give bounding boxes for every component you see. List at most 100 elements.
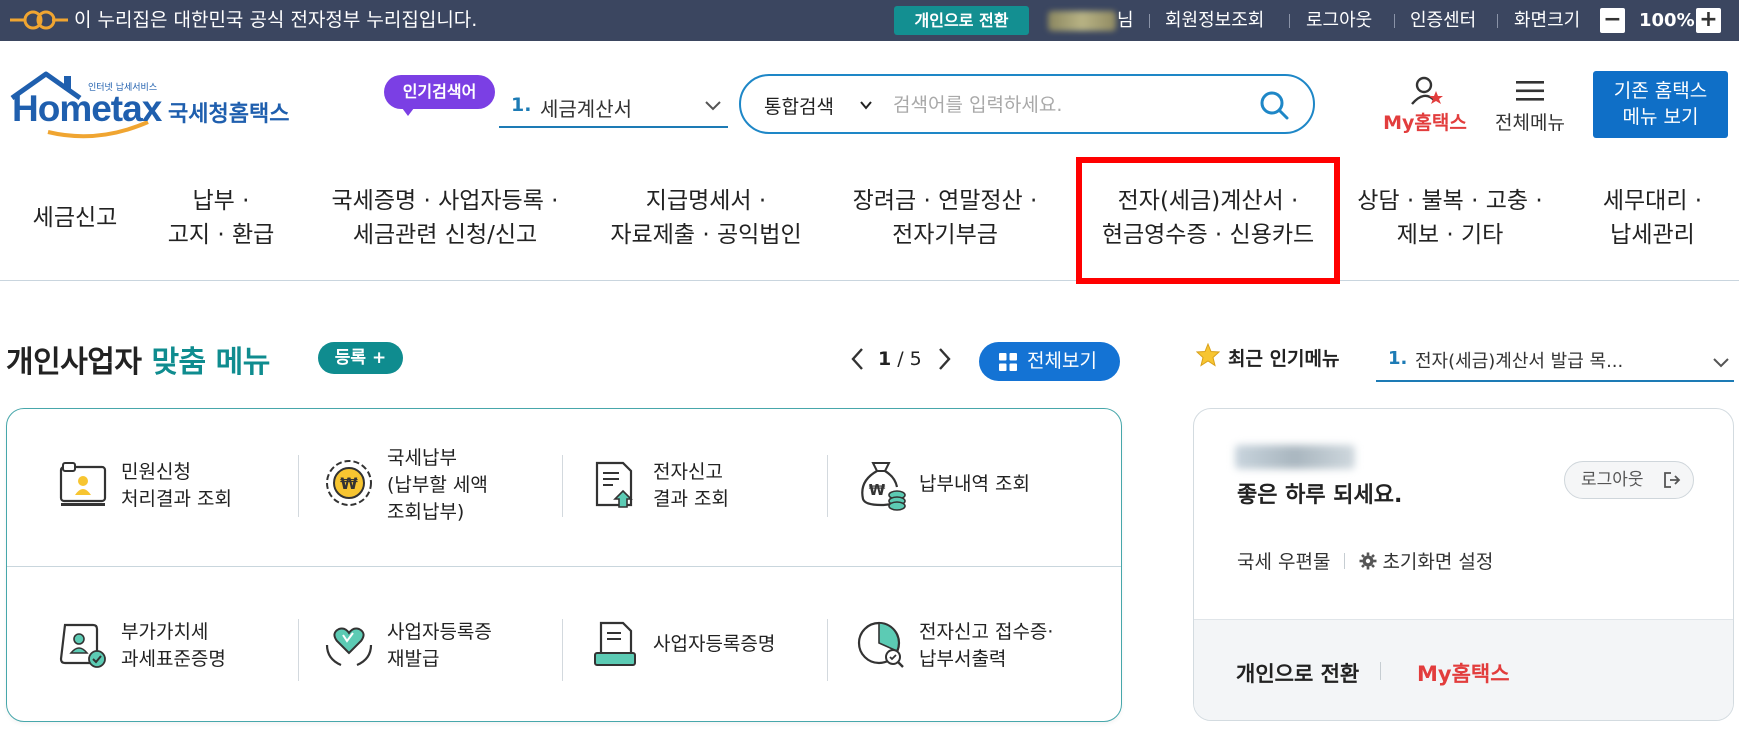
divider xyxy=(298,619,299,681)
page-total: 5 xyxy=(909,348,922,370)
my-hometax-link[interactable]: My홈택스 xyxy=(1417,658,1510,688)
divider xyxy=(1344,552,1346,569)
menu-item-payment-history[interactable]: ₩ 납부내역 조회 xyxy=(855,459,1085,569)
heart-hands-icon xyxy=(325,627,373,667)
zoom-out-button[interactable]: − xyxy=(1600,8,1625,33)
recent-popular-dropdown[interactable]: 1. 전자(세금)계산서 발급 목... xyxy=(1376,340,1734,382)
nav-label: 납부 · 고지 · 환급 xyxy=(167,188,275,248)
gear-icon[interactable] xyxy=(1359,552,1377,570)
register-button[interactable]: 등록 + xyxy=(318,342,403,374)
logout-button[interactable]: 로그아웃 xyxy=(1564,461,1694,499)
zoom-in-button[interactable]: + xyxy=(1696,8,1721,33)
screen-size-label: 화면크기 xyxy=(1514,10,1581,31)
tax-mail-link[interactable]: 국세 우편물 xyxy=(1237,547,1330,574)
menu-item-e-filing-receipt[interactable]: 전자신고 접수증· 납부서출력 xyxy=(855,619,1105,729)
user-suffix: 님 xyxy=(1117,10,1134,31)
recent-popular-title: 최근 인기메뉴 xyxy=(1228,348,1340,370)
nav-certificate[interactable]: 국세증명 · 사업자등록 · 세금관련 신청/신고 xyxy=(300,155,590,281)
custom-menu-card: 민원신청 처리결과 조회 ₩ 국세납부 (납부할 세액 조회납부) 전자신고 결… xyxy=(6,408,1122,722)
divider xyxy=(1380,662,1381,680)
chevron-down-icon xyxy=(705,101,721,111)
menu-item-label: 국세납부 (납부할 세액 조회납부) xyxy=(387,447,488,523)
page-current: 1 xyxy=(878,348,892,370)
hometax-logo[interactable]: 인터넷 납세서비스 Hometax 국세청홈택스 xyxy=(8,70,298,142)
divider xyxy=(298,455,299,517)
gov-notice-text: 이 누리집은 대한민국 공식 전자정부 누리집입니다. xyxy=(74,9,478,31)
svg-text:₩: ₩ xyxy=(340,474,358,493)
greeting-text: 좋은 하루 되세요. xyxy=(1237,483,1403,508)
nav-incentive[interactable]: 장려금 · 연말정산 · 전자기부금 xyxy=(835,155,1055,281)
nav-tax-agent[interactable]: 세무대리 · 납세관리 xyxy=(1575,155,1730,281)
document-person-icon xyxy=(59,462,107,506)
chevron-down-icon xyxy=(1713,358,1729,368)
old-menu-line1: 기존 홈택스 xyxy=(1613,80,1708,102)
popular-search-dropdown[interactable]: 1. 세금계산서 xyxy=(499,86,728,128)
coin-won-icon: ₩ xyxy=(326,460,372,506)
document-stack-icon xyxy=(594,621,636,666)
certificate-check-icon xyxy=(59,623,106,668)
card-links: 국세 우편물 초기화면 설정 xyxy=(1237,547,1493,574)
zoom-value: 100% xyxy=(1639,10,1695,31)
switch-to-personal-link[interactable]: 개인으로 전환 xyxy=(1236,658,1359,688)
logout-link[interactable]: 로그아웃 xyxy=(1306,0,1372,41)
nav-payment[interactable]: 납부 · 고지 · 환급 xyxy=(150,155,292,281)
my-hometax-label: My홈택스 xyxy=(1383,112,1467,134)
logout-label: 로그아웃 xyxy=(1581,470,1644,490)
grid-icon xyxy=(999,353,1017,371)
title-main: 개인사업자 xyxy=(6,345,142,380)
chevron-right-icon[interactable] xyxy=(934,346,954,372)
old-menu-line2: 메뉴 보기 xyxy=(1622,106,1699,128)
switch-to-personal-button[interactable]: 개인으로 전환 xyxy=(894,6,1029,35)
all-menu-button[interactable]: 전체메뉴 xyxy=(1490,74,1570,134)
menu-item-label: 사업자등록증명 xyxy=(653,633,776,655)
home-settings-link[interactable]: 초기화면 설정 xyxy=(1382,547,1493,574)
nav-e-invoice[interactable]: 전자(세금)계산서 · 현금영수증 · 신용카드 xyxy=(1080,155,1336,281)
recent-item-text: 전자(세금)계산서 발급 목... xyxy=(1415,351,1624,372)
view-all-label: 전체보기 xyxy=(1027,350,1097,372)
menu-item-vat-certificate[interactable]: 부가가치세 과세표준증명 xyxy=(57,619,287,729)
money-bag-icon: ₩ xyxy=(861,462,906,511)
nav-label: 전자(세금)계산서 · 현금영수증 · 신용카드 xyxy=(1101,188,1315,248)
search-bar: 통합검색 xyxy=(739,74,1315,134)
all-menu-label: 전체메뉴 xyxy=(1495,112,1565,134)
old-menu-button[interactable]: 기존 홈택스 메뉴 보기 xyxy=(1593,71,1728,138)
menu-item-registration-certificate[interactable]: 사업자등록증명 xyxy=(589,619,819,729)
user-card: 좋은 하루 되세요. 로그아웃 국세 우편물 초기화면 설정 개인으로 전환 M… xyxy=(1193,408,1734,721)
nav-label: 상담 · 불복 · 고충 · 제보 · 기타 xyxy=(1357,188,1543,248)
main-nav: 세금신고 납부 · 고지 · 환급 국세증명 · 사업자등록 · 세금관련 신청… xyxy=(0,155,1739,281)
menu-item-reissue-registration[interactable]: 사업자등록증 재발급 xyxy=(323,619,553,729)
document-upload-icon xyxy=(595,461,633,508)
pager: 1 / 5 xyxy=(848,344,954,374)
page-sep: / xyxy=(897,348,904,370)
recent-rank-number: 1. xyxy=(1388,348,1408,369)
nav-consult[interactable]: 상담 · 불복 · 고충 · 제보 · 기타 xyxy=(1345,155,1555,281)
custom-menu-title: 개인사업자 맞춤 메뉴 xyxy=(6,337,270,381)
my-hometax-button[interactable]: My홈택스 xyxy=(1372,74,1478,134)
logo-main-text: Hometax xyxy=(12,88,162,129)
search-icon[interactable] xyxy=(1259,90,1289,120)
menu-item-tax-payment[interactable]: ₩ 국세납부 (납부할 세액 조회납부) xyxy=(323,445,553,555)
member-info-link[interactable]: 회원정보조회 xyxy=(1165,0,1264,41)
menu-item-complaint-result[interactable]: 민원신청 처리결과 조회 xyxy=(57,459,287,569)
chevron-down-icon[interactable] xyxy=(859,98,873,112)
top-bar: 이 누리집은 대한민국 공식 전자정부 누리집입니다. 개인으로 전환 님 회원… xyxy=(0,0,1739,41)
egov-logo-icon xyxy=(10,10,68,30)
nav-statement[interactable]: 지급명세서 · 자료제출 · 공익법인 xyxy=(596,155,816,281)
menu-item-label: 민원신청 처리결과 조회 xyxy=(121,461,232,510)
chevron-left-icon[interactable] xyxy=(848,346,868,372)
cert-center-link[interactable]: 인증센터 xyxy=(1410,0,1476,41)
search-category-select[interactable]: 통합검색 xyxy=(764,92,834,119)
search-input[interactable] xyxy=(893,90,1233,120)
nav-label: 국세증명 · 사업자등록 · 세금관련 신청/신고 xyxy=(331,188,559,248)
popular-search-badge: 인기검색어 xyxy=(384,75,495,116)
view-all-button[interactable]: 전체보기 xyxy=(979,342,1120,381)
nav-tax-report[interactable]: 세금신고 xyxy=(10,155,140,281)
divider xyxy=(827,455,828,517)
card-bottom-bar: 개인으로 전환 My홈택스 xyxy=(1194,619,1733,720)
menu-item-e-filing-result[interactable]: 전자신고 결과 조회 xyxy=(589,459,819,569)
menu-item-label: 부가가치세 과세표준증명 xyxy=(121,621,226,670)
divider xyxy=(562,619,563,681)
star-icon xyxy=(1196,343,1220,367)
divider xyxy=(1497,14,1498,28)
user-name-blurred xyxy=(1048,11,1116,31)
